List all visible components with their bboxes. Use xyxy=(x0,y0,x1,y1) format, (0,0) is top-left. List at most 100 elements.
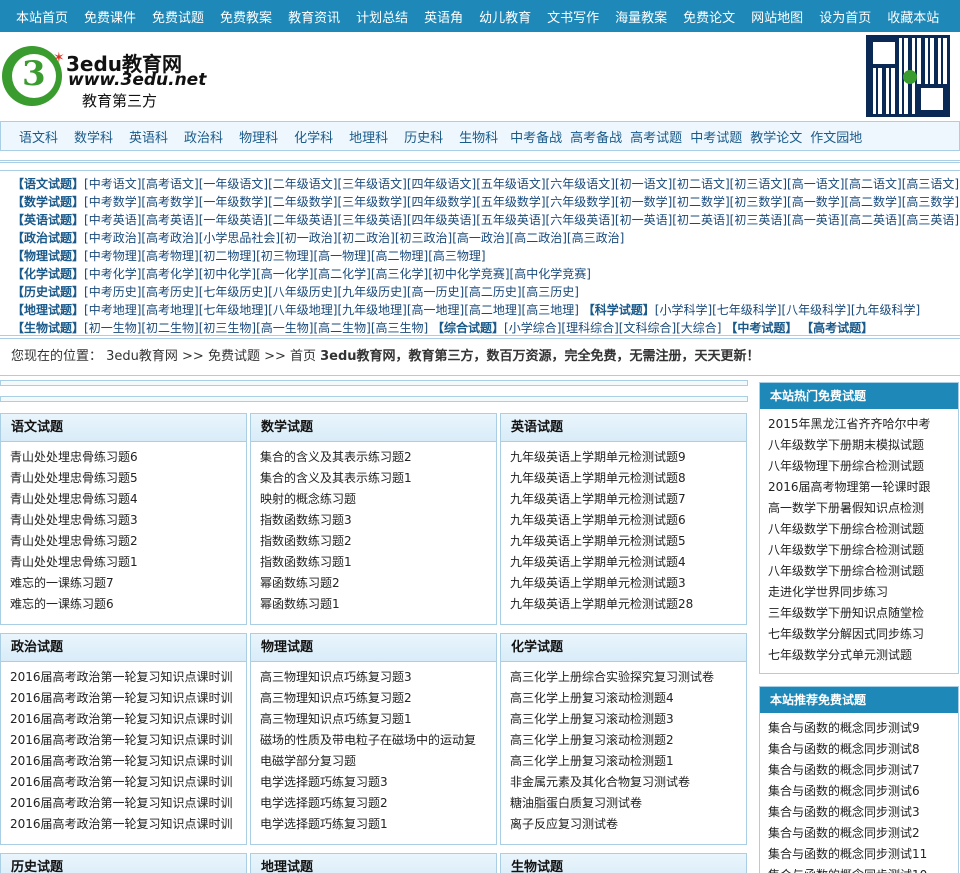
exam-link[interactable]: 离子反应复习测试卷 xyxy=(510,814,746,835)
exam-link[interactable]: 电学选择题巧练复习题1 xyxy=(260,814,496,835)
exam-link[interactable]: 映射的概念练习题 xyxy=(260,489,496,510)
subject-nav-item[interactable]: 高考备战 xyxy=(566,127,626,146)
top-nav-item[interactable]: 海量教案 xyxy=(607,7,675,26)
exam-link[interactable]: 难忘的一课练习题6 xyxy=(10,594,246,615)
exam-link[interactable]: 九年级英语上学期单元检测试题3 xyxy=(510,573,746,594)
exam-link[interactable]: 幂函数练习题1 xyxy=(260,594,496,615)
sidebar-link[interactable]: 八年级物理下册综合检测试题 xyxy=(768,456,958,477)
subject-nav-item[interactable]: 教学论文 xyxy=(746,127,806,146)
exam-link[interactable]: 2016届高考政治第一轮复习知识点课时训 xyxy=(10,772,246,793)
sidebar-link[interactable]: 走进化学世界同步练习 xyxy=(768,582,958,603)
exam-link[interactable]: 2016届高考政治第一轮复习知识点课时训 xyxy=(10,814,246,835)
exam-link[interactable]: 九年级英语上学期单元检测试题5 xyxy=(510,531,746,552)
sidebar-link[interactable]: 八年级数学下册综合检测试题 xyxy=(768,519,958,540)
category-heading[interactable]: 【化学试题】 xyxy=(12,267,84,281)
top-nav-item[interactable]: 幼儿教育 xyxy=(471,7,539,26)
category-links-text[interactable]: [中考英语][高考英语][一年级英语][二年级英语][三年级英语][四年级英语]… xyxy=(84,213,959,227)
sidebar-link[interactable]: 三年级数学下册知识点随堂检 xyxy=(768,603,958,624)
subject-nav-item[interactable]: 作文园地 xyxy=(806,127,866,146)
exam-box-title[interactable]: 化学试题 xyxy=(501,634,746,662)
sidebar-link[interactable]: 集合与函数的概念同步测试7 xyxy=(768,760,958,781)
exam-box-title[interactable]: 地理试题 xyxy=(251,854,496,873)
exam-link[interactable]: 高三化学上册复习滚动检测题1 xyxy=(510,751,746,772)
top-nav-item[interactable]: 免费试题 xyxy=(144,7,212,26)
top-nav-item[interactable]: 免费教案 xyxy=(212,7,280,26)
category-heading[interactable]: 【语文试题】 xyxy=(12,177,84,191)
exam-link[interactable]: 指数函数练习题3 xyxy=(260,510,496,531)
sidebar-link[interactable]: 集合与函数的概念同步测试6 xyxy=(768,781,958,802)
category-links-text[interactable]: [中考地理][高考地理][七年级地理][八年级地理][九年级地理][高一地理][… xyxy=(84,303,583,317)
exam-link[interactable]: 2016届高考政治第一轮复习知识点课时训 xyxy=(10,709,246,730)
exam-link[interactable]: 集合的含义及其表示练习题2 xyxy=(260,447,496,468)
sidebar-link[interactable]: 集合与函数的概念同步测试10 xyxy=(768,865,958,873)
category-links-text[interactable]: [中考数学][高考数学][一年级数学][二年级数学][三年级数学][四年级数学]… xyxy=(84,195,959,209)
exam-link[interactable]: 九年级英语上学期单元检测试题4 xyxy=(510,552,746,573)
exam-link[interactable]: 九年级英语上学期单元检测试题6 xyxy=(510,510,746,531)
subject-nav-item[interactable]: 英语科 xyxy=(121,127,176,146)
category-heading[interactable]: 【英语试题】 xyxy=(12,213,84,227)
category-heading[interactable]: 【历史试题】 xyxy=(12,285,84,299)
exam-link[interactable]: 九年级英语上学期单元检测试题28 xyxy=(510,594,746,615)
exam-link[interactable]: 2016届高考政治第一轮复习知识点课时训 xyxy=(10,793,246,814)
category-heading[interactable]: 【综合试题】 xyxy=(432,321,504,335)
category-links-text[interactable]: [小学科学][七年级科学][八年级科学][九年级科学] xyxy=(655,303,920,317)
exam-link[interactable]: 指数函数练习题1 xyxy=(260,552,496,573)
top-nav-item[interactable]: 收藏本站 xyxy=(879,7,947,26)
subject-nav-item[interactable]: 历史科 xyxy=(396,127,451,146)
exam-link[interactable]: 电学选择题巧练复习题2 xyxy=(260,793,496,814)
category-heading[interactable]: 【生物试题】 xyxy=(12,321,84,335)
sidebar-link[interactable]: 集合与函数的概念同步测试3 xyxy=(768,802,958,823)
sidebar-link[interactable]: 集合与函数的概念同步测试2 xyxy=(768,823,958,844)
exam-link[interactable]: 高三化学上册复习滚动检测题3 xyxy=(510,709,746,730)
top-nav-item[interactable]: 教育资讯 xyxy=(280,7,348,26)
category-heading[interactable]: 【中考试题】 xyxy=(725,321,797,335)
exam-link[interactable]: 电学选择题巧练复习题3 xyxy=(260,772,496,793)
exam-link[interactable]: 2016届高考政治第一轮复习知识点课时训 xyxy=(10,751,246,772)
exam-link[interactable]: 高三化学上册综合实验探究复习测试卷 xyxy=(510,667,746,688)
exam-link[interactable]: 2016届高考政治第一轮复习知识点课时训 xyxy=(10,667,246,688)
exam-link[interactable]: 青山处处埋忠骨练习题4 xyxy=(10,489,246,510)
sidebar-link[interactable]: 八年级数学下册综合检测试题 xyxy=(768,561,958,582)
subject-nav-item[interactable]: 地理科 xyxy=(341,127,396,146)
sidebar-link[interactable]: 八年级数学下册期末模拟试题 xyxy=(768,435,958,456)
exam-box-title[interactable]: 政治试题 xyxy=(1,634,246,662)
exam-link[interactable]: 青山处处埋忠骨练习题5 xyxy=(10,468,246,489)
top-nav-item[interactable]: 免费论文 xyxy=(675,7,743,26)
subject-nav-item[interactable]: 中考备战 xyxy=(506,127,566,146)
category-links-text[interactable]: [中考物理][高考物理][初二物理][初三物理][高一物理][高二物理][高三物… xyxy=(84,249,486,263)
subject-nav-item[interactable]: 化学科 xyxy=(286,127,341,146)
category-links-text[interactable]: [小学综合][理科综合][文科综合][大综合] xyxy=(504,321,725,335)
sidebar-link[interactable]: 集合与函数的概念同步测试11 xyxy=(768,844,958,865)
exam-box-title[interactable]: 生物试题 xyxy=(501,854,746,873)
exam-link[interactable]: 指数函数练习题2 xyxy=(260,531,496,552)
top-nav-item[interactable]: 免费课件 xyxy=(76,7,144,26)
top-nav-item[interactable]: 计划总结 xyxy=(348,7,416,26)
subject-nav-item[interactable]: 物理科 xyxy=(231,127,286,146)
subject-nav-item[interactable]: 政治科 xyxy=(176,127,231,146)
top-nav-item[interactable]: 文书写作 xyxy=(539,7,607,26)
subject-nav-item[interactable]: 数学科 xyxy=(66,127,121,146)
exam-link[interactable]: 幂函数练习题2 xyxy=(260,573,496,594)
category-heading[interactable]: 【地理试题】 xyxy=(12,303,84,317)
category-heading[interactable]: 【高考试题】 xyxy=(801,321,873,335)
exam-box-title[interactable]: 英语试题 xyxy=(501,414,746,442)
top-nav-item[interactable]: 设为首页 xyxy=(811,7,879,26)
sidebar-link[interactable]: 七年级数学分解因式同步练习 xyxy=(768,624,958,645)
top-nav-item[interactable]: 英语角 xyxy=(416,7,471,26)
exam-link[interactable]: 2016届高考政治第一轮复习知识点课时训 xyxy=(10,688,246,709)
sidebar-link[interactable]: 集合与函数的概念同步测试8 xyxy=(768,739,958,760)
sidebar-link[interactable]: 高一数学下册暑假知识点检测 xyxy=(768,498,958,519)
exam-box-title[interactable]: 物理试题 xyxy=(251,634,496,662)
sidebar-link[interactable]: 2015年黑龙江省齐齐哈尔中考 xyxy=(768,414,958,435)
sidebar-link[interactable]: 2016届高考物理第一轮课时跟 xyxy=(768,477,958,498)
category-heading[interactable]: 【科学试题】 xyxy=(583,303,655,317)
category-links-text[interactable]: [初一生物][初二生物][初三生物][高一生物][高二生物][高三生物] xyxy=(84,321,432,335)
exam-link[interactable]: 磁场的性质及带电粒子在磁场中的运动复 xyxy=(260,730,496,751)
subject-nav-item[interactable]: 生物科 xyxy=(451,127,506,146)
logo-url[interactable]: www.3edu.net xyxy=(68,70,206,90)
category-links-text[interactable]: [中考语文][高考语文][一年级语文][二年级语文][三年级语文][四年级语文]… xyxy=(84,177,959,191)
sidebar-link[interactable]: 八年级数学下册综合检测试题 xyxy=(768,540,958,561)
exam-link[interactable]: 难忘的一课练习题7 xyxy=(10,573,246,594)
category-heading[interactable]: 【政治试题】 xyxy=(12,231,84,245)
subject-nav-item[interactable]: 中考试题 xyxy=(686,127,746,146)
